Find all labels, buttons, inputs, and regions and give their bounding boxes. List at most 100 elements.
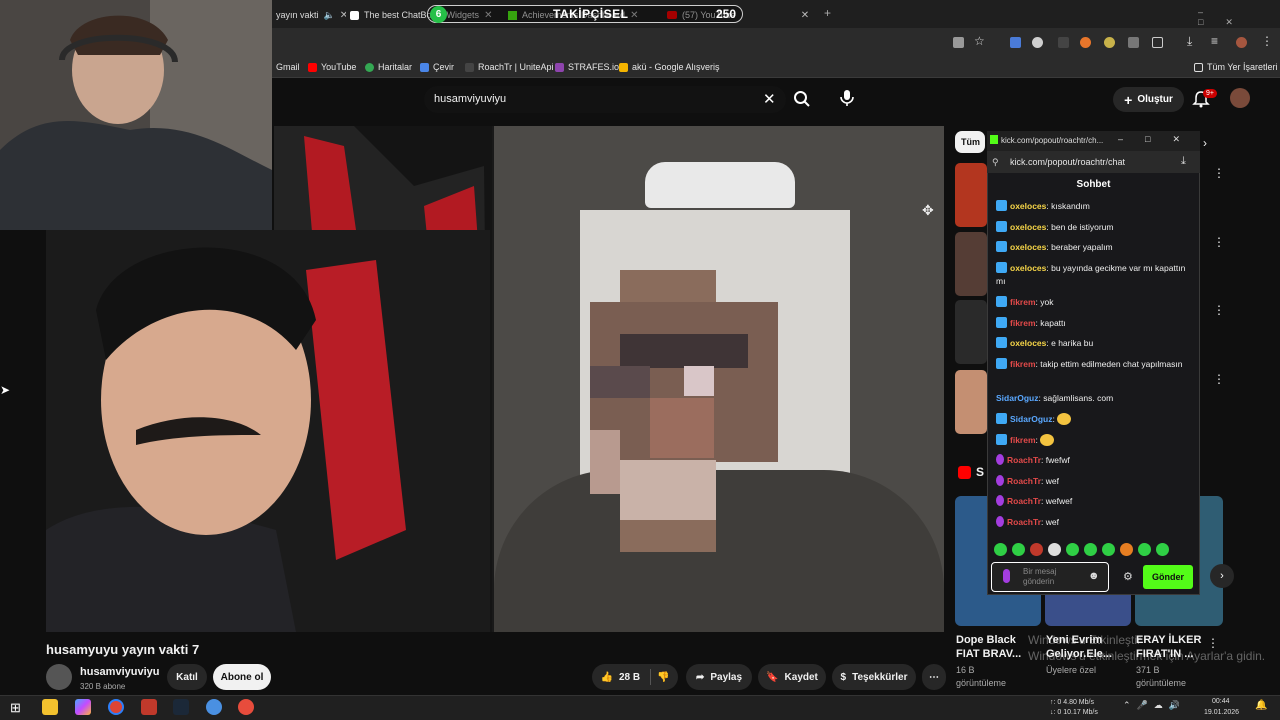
emote-icon[interactable]	[994, 543, 1007, 556]
extension-icon[interactable]	[1032, 37, 1043, 48]
thanks-label: Teşekkürler	[852, 671, 908, 683]
bookmark-translate[interactable]: Çevir	[420, 62, 454, 72]
clear-search-icon[interactable]: ✕	[763, 90, 776, 108]
send-button[interactable]: Gönder	[1143, 565, 1193, 589]
thanks-button[interactable]: $ Teşekkürler	[832, 664, 916, 690]
emoji-icon[interactable]: ☻	[1088, 570, 1100, 582]
emote-icon[interactable]	[1102, 543, 1115, 556]
recommended-thumbnail[interactable]	[955, 232, 987, 296]
microphone-icon[interactable]	[1003, 569, 1010, 583]
channel-avatar[interactable]	[46, 664, 72, 690]
app-icon[interactable]	[141, 699, 157, 715]
tab-yayin[interactable]: yayın vakti 🔈 ✕	[276, 4, 346, 26]
share-button[interactable]: ➦ Paylaş	[686, 664, 752, 690]
close-icon[interactable]: ✕	[340, 10, 346, 21]
extension-icon[interactable]	[1128, 37, 1139, 48]
profile-icon[interactable]	[1236, 37, 1247, 48]
star-icon[interactable]: ☆	[974, 34, 985, 48]
emote-icon[interactable]	[1030, 543, 1043, 556]
chat-username[interactable]: fikrem	[1010, 435, 1036, 445]
tray-icons[interactable]: ⌃🎤☁🔊	[1123, 700, 1186, 711]
bookmark-youtube[interactable]: YouTube	[308, 62, 356, 72]
shorts-heading: S	[976, 465, 985, 479]
copilot-icon[interactable]	[75, 699, 91, 715]
chat-username[interactable]: SidarOguz	[1010, 414, 1053, 424]
emote-bar[interactable]	[994, 543, 1184, 557]
emote-icon[interactable]	[1138, 543, 1151, 556]
kebab-icon[interactable]: ⋮	[1213, 372, 1225, 386]
download-icon[interactable]: ⤓	[1181, 155, 1186, 168]
bookmark-maps[interactable]: Haritalar	[365, 62, 412, 72]
kebab-icon[interactable]: ⋮	[1213, 166, 1225, 180]
puzzle-icon[interactable]	[1152, 37, 1163, 48]
save-button[interactable]: 🔖 Kaydet	[758, 664, 826, 690]
extension-icon[interactable]	[1080, 37, 1091, 48]
create-button[interactable]: + Oluştur	[1113, 87, 1184, 112]
join-button[interactable]: Katıl	[167, 664, 207, 690]
steam-icon[interactable]	[173, 699, 189, 715]
menu-icon[interactable]: ≡	[1211, 34, 1218, 48]
chat-username[interactable]: fikrem	[1010, 359, 1036, 369]
thumbs-down-icon[interactable]: 👎	[657, 672, 669, 683]
subscribe-button[interactable]: Abone ol	[213, 664, 271, 690]
extension-icon[interactable]	[1058, 37, 1069, 48]
download-icon[interactable]: ⤓	[1187, 34, 1192, 49]
extension-icon[interactable]	[1104, 37, 1115, 48]
windows-start-icon[interactable]: ⊞	[10, 700, 21, 716]
clock-time[interactable]: 00:44	[1212, 697, 1230, 706]
emote-icon[interactable]	[1012, 543, 1025, 556]
popout-window-controls[interactable]: –□✕	[1118, 134, 1202, 145]
emote-icon[interactable]	[1084, 543, 1097, 556]
chat-username[interactable]: RoachTr	[1007, 496, 1041, 506]
search-input[interactable]: husamviyuviyu	[434, 93, 506, 105]
chat-username[interactable]: oxeloces	[1010, 222, 1046, 232]
obs-icon[interactable]	[238, 699, 254, 715]
install-icon[interactable]	[953, 37, 964, 48]
file-explorer-icon[interactable]	[42, 699, 58, 715]
chat-username[interactable]: RoachTr	[1007, 455, 1041, 465]
chat-username[interactable]: oxeloces	[1010, 338, 1046, 348]
more-actions-icon[interactable]: ⋯	[922, 664, 946, 690]
chat-username[interactable]: SidarOguz	[996, 393, 1039, 403]
recommended-thumbnail[interactable]	[955, 300, 987, 364]
kebab-icon[interactable]: ⋮	[1213, 303, 1225, 317]
site-settings-icon[interactable]: ⚲	[992, 157, 999, 168]
extension-icon[interactable]	[1010, 37, 1021, 48]
avatar[interactable]	[1230, 88, 1250, 108]
emote-icon[interactable]	[1048, 543, 1061, 556]
notifications-icon[interactable]: 🔔	[1255, 700, 1267, 711]
chat-username[interactable]: RoachTr	[1007, 517, 1041, 527]
emote-icon[interactable]	[1066, 543, 1079, 556]
microphone-icon[interactable]	[838, 88, 856, 108]
filter-chip-all[interactable]: Tüm	[955, 131, 985, 153]
close-icon[interactable]: ✕	[801, 10, 809, 21]
chat-username[interactable]: fikrem	[1010, 297, 1036, 307]
kebab-icon[interactable]: ⋮	[1261, 34, 1273, 48]
chat-username[interactable]: oxeloces	[1010, 242, 1046, 252]
all-bookmarks[interactable]: Tüm Yer İşaretleri	[1194, 62, 1278, 72]
emote-icon[interactable]	[1156, 543, 1169, 556]
chevron-right-icon[interactable]: ›	[1203, 136, 1207, 150]
search-icon[interactable]	[793, 90, 811, 108]
kebab-icon[interactable]: ⋮	[1213, 235, 1225, 249]
chevron-right-icon[interactable]: ›	[1210, 564, 1234, 588]
bookmark-strafes[interactable]: STRAFES.io	[555, 62, 619, 72]
window-controls[interactable]: –□✕	[1198, 7, 1280, 28]
clock-date[interactable]: 19.01.2026	[1204, 708, 1239, 717]
new-tab-icon[interactable]: +	[824, 6, 831, 20]
chat-username[interactable]: oxeloces	[1010, 263, 1046, 273]
like-button[interactable]: 👍 28 B 👎	[592, 664, 678, 690]
bookmark-gmail[interactable]: Gmail	[276, 62, 300, 72]
emote-icon[interactable]	[1120, 543, 1133, 556]
app-icon[interactable]	[206, 699, 222, 715]
bookmark-aku[interactable]: akü - Google Alışveriş	[619, 62, 720, 72]
chat-username[interactable]: RoachTr	[1007, 476, 1041, 486]
bookmark-uniteapi[interactable]: RoachTr | UniteApi	[465, 62, 554, 72]
gear-icon[interactable]: ⚙	[1123, 570, 1133, 583]
recommended-thumbnail[interactable]	[955, 370, 987, 434]
chat-username[interactable]: fikrem	[1010, 318, 1036, 328]
channel-name[interactable]: husamviyuviyu	[80, 666, 159, 678]
chat-username[interactable]: oxeloces	[1010, 201, 1046, 211]
chrome-icon[interactable]	[108, 699, 124, 715]
recommended-thumbnail[interactable]	[955, 163, 987, 227]
